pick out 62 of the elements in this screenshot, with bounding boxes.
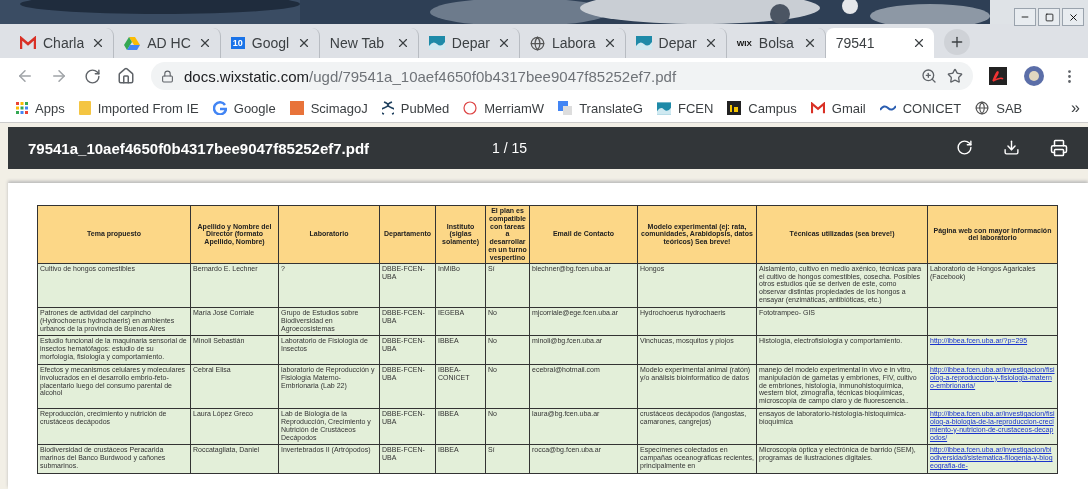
journal-icon [289, 101, 304, 115]
url-path: /ugd/79541a_10aef4650f0b4317bee9047f85252ef7.pdf [309, 67, 678, 85]
tab-title: Charla [43, 35, 85, 51]
download-button[interactable] [1003, 139, 1020, 157]
campus-icon [727, 101, 742, 115]
dna-icon [381, 101, 394, 115]
bookmark-link[interactable]: CONICET [879, 100, 962, 116]
pdf-filename: 79541a_10aef4650f0b4317bee9047f85252ef7.pdf [28, 139, 371, 157]
bookmark-link[interactable]: PubMed [381, 100, 450, 116]
tab-title: Bolsa [758, 35, 795, 51]
rotate-button[interactable] [956, 139, 973, 157]
bookmark-link[interactable]: ScimagoJ [289, 100, 368, 116]
url-host: docs.wixstatic.com [184, 67, 310, 85]
more-bookmarks-button[interactable]: » [1071, 99, 1080, 117]
tab-title: New Tab [329, 35, 386, 51]
google-icon [212, 101, 227, 115]
tab-title: Googl [251, 35, 290, 51]
swoosh-icon [879, 104, 896, 112]
translate-icon [558, 101, 573, 115]
bookmark-link[interactable]: SAB [975, 100, 1023, 116]
tab-title: Depar [658, 35, 697, 51]
address-field[interactable]: docs.wixstatic.com/ugd/79541a_10aef4650f0b4317bee9047f85252ef7.pdf [151, 62, 973, 90]
browser-tab[interactable]: 79541 [825, 28, 934, 58]
bookmark-link[interactable]: Gmail [810, 100, 866, 116]
mail-icon [20, 36, 36, 50]
bookmark-link[interactable]: Imported From IE [78, 100, 199, 116]
bookmark-star-icon[interactable] [947, 68, 963, 84]
close-button[interactable] [1062, 8, 1084, 26]
profile-avatar-icon[interactable] [1023, 65, 1045, 87]
reload-button[interactable] [84, 67, 101, 85]
tab-title: 79541 [835, 35, 876, 51]
wave-icon [635, 36, 652, 50]
bookmark-link[interactable]: Apps [16, 100, 65, 116]
new-tab-button[interactable] [943, 29, 970, 55]
globe-icon [529, 35, 545, 51]
close-icon [1067, 11, 1079, 23]
home-button[interactable] [117, 67, 135, 85]
bookmark-link[interactable]: FCEN [656, 100, 714, 116]
drive-icon [124, 36, 141, 50]
page-counter: 1 / 15 [492, 140, 529, 156]
bookmark-link[interactable]: Campus [727, 100, 797, 116]
tab-title: Labora [551, 35, 596, 51]
tab-title: Depar [451, 35, 490, 51]
bookmark-link[interactable]: Google [212, 100, 276, 116]
bookmark-link[interactable]: MerriamW [463, 100, 545, 116]
maximize-icon [1044, 12, 1054, 22]
globe-icon [975, 101, 990, 115]
folder-icon [78, 101, 91, 115]
mail-icon [810, 102, 825, 114]
apps-grid-icon [16, 102, 28, 114]
lock-icon [161, 69, 174, 83]
minimize-button[interactable] [1014, 8, 1036, 26]
wix-icon: WIX [736, 38, 752, 48]
print-button[interactable] [1050, 139, 1068, 157]
pdf-extension-icon[interactable] [989, 67, 1007, 85]
wave-icon [656, 101, 671, 115]
wave-icon [428, 36, 445, 50]
calendar-icon: 10 [230, 37, 245, 49]
ring-icon [463, 101, 478, 115]
bookmark-link[interactable]: TranslateG [558, 100, 643, 116]
zoom-icon[interactable] [921, 68, 937, 84]
tab-title: AD HC [147, 35, 191, 51]
